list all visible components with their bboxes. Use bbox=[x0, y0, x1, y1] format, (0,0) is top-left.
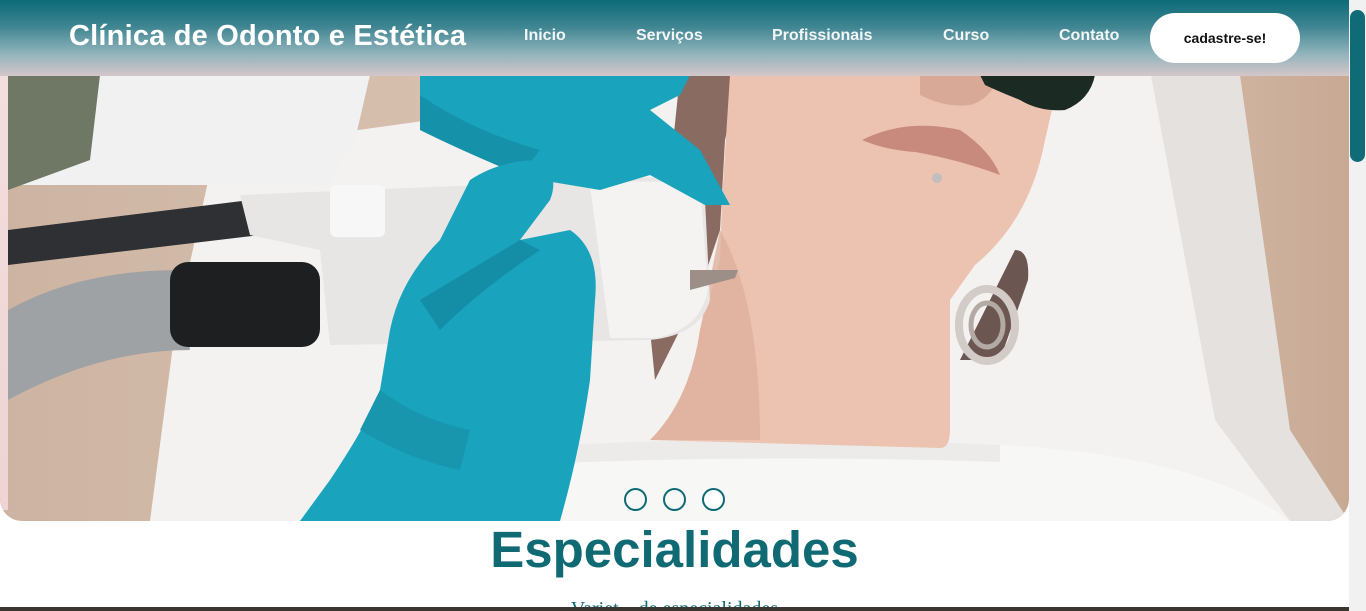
hero-slide-image bbox=[8, 60, 1349, 521]
patient-piercing bbox=[932, 173, 942, 183]
hero-carousel bbox=[0, 0, 1349, 521]
nav-link-servicos[interactable]: Serviços bbox=[636, 27, 703, 45]
carousel-dot-1[interactable] bbox=[624, 488, 647, 511]
bottom-divider bbox=[0, 607, 1349, 611]
scrollbar-thumb[interactable] bbox=[1350, 10, 1365, 162]
signup-button[interactable]: cadastre-se! bbox=[1150, 13, 1300, 63]
laser-grip-dark bbox=[170, 262, 320, 347]
hero-left-frame bbox=[0, 70, 8, 510]
brand-logo-text[interactable]: Clínica de Odonto e Estética bbox=[69, 20, 466, 53]
section-title: Especialidades bbox=[490, 521, 859, 578]
laser-hose-gray bbox=[8, 270, 190, 400]
nav-link-inicio[interactable]: Inicio bbox=[524, 27, 566, 45]
carousel-dot-3-active[interactable] bbox=[702, 488, 725, 511]
nav-link-curso[interactable]: Curso bbox=[943, 27, 989, 45]
top-navbar: Clínica de Odonto e Estética Inicio Serv… bbox=[0, 0, 1366, 76]
nav-link-profissionais[interactable]: Profissionais bbox=[772, 27, 872, 45]
carousel-dot-2[interactable] bbox=[663, 488, 686, 511]
nav-link-contato[interactable]: Contato bbox=[1059, 27, 1119, 45]
